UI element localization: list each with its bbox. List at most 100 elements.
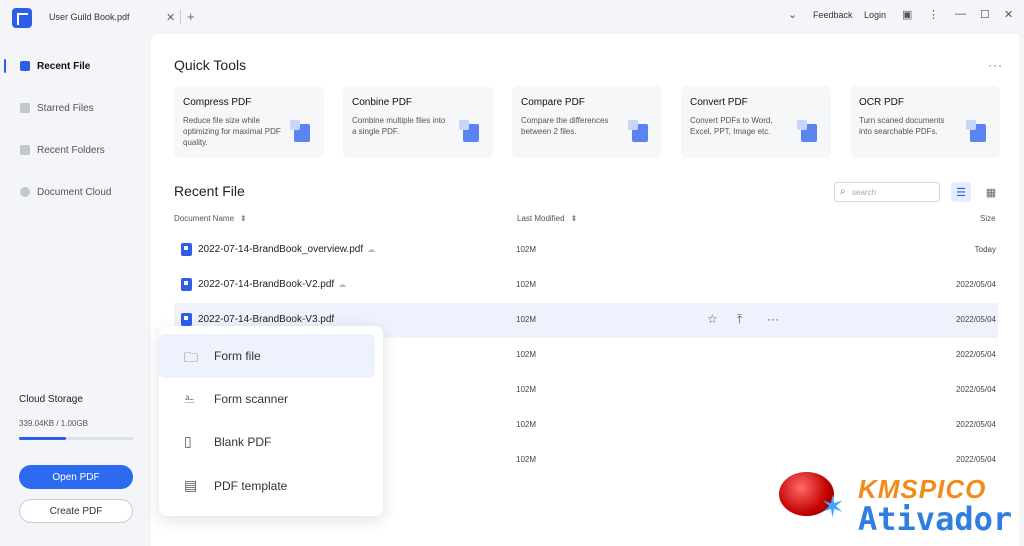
upload-icon[interactable]: ⤒ [737,312,742,327]
tool-title: OCR PDF [859,97,904,108]
modified-cell: 102M [516,245,537,254]
file-name: 2022-07-14-BrandBook-V2.pdf [198,279,335,290]
feedback-link[interactable]: Feedback [813,10,853,20]
modified-cell: 102M [516,350,537,359]
app-window: User Guild Book.pdf ✕ + ⌄ Feedback Login… [0,0,1024,546]
modified-cell: 102M [516,385,537,394]
modified-cell: 102M [516,420,537,429]
compare-icon [628,120,648,142]
title-bar: User Guild Book.pdf ✕ + ⌄ Feedback Login… [0,0,1024,34]
sort-icon: ⬍ [570,214,578,223]
tool-description: Compare the differences between 2 files. [521,116,609,136]
menu-item-form-scanner[interactable]: ⎁ Form scanner [159,377,383,421]
more-options-icon[interactable]: ··· [767,312,779,326]
modified-cell: 102M [516,280,537,289]
tool-card-convert[interactable]: Convert PDF Convert PDFs to Word, Excel,… [681,86,831,158]
size-cell: 2022/05/04 [955,420,996,429]
column-header-modified[interactable]: Last Modified ⬍ [517,214,577,223]
scanner-icon: ⎁ [184,390,196,406]
size-cell: 2022/05/04 [955,455,996,464]
tool-title: Compare PDF [521,97,585,108]
list-view-icon[interactable]: ☰ [951,182,971,202]
sidebar-item-recent-file[interactable]: Recent File [0,50,150,82]
recent-file-icon [20,61,30,71]
search-input[interactable] [852,186,936,198]
tool-card-compare[interactable]: Compare PDF Compare the differences betw… [512,86,662,158]
recent-file-title: Recent File [174,183,245,199]
ocr-icon [966,120,986,142]
modified-cell: 102M [516,315,537,324]
tool-card-compress[interactable]: Compress PDF Reduce file size while opti… [174,86,324,158]
create-pdf-menu: 🗀 Form file ⎁ Form scanner ▯ Blank PDF ▤… [159,326,383,516]
menu-item-label: Form scanner [214,392,289,406]
star-file-icon [20,103,30,113]
watermark-star-icon: ✶ [820,491,846,524]
create-pdf-button[interactable]: Create PDF [19,499,133,523]
sidebar-item-label: Recent Folders [37,144,105,156]
login-link[interactable]: Login [864,10,886,20]
cloud-storage-title: Cloud Storage [19,394,83,405]
sidebar-item-label: Document Cloud [37,186,112,198]
menu-item-label: Blank PDF [214,435,272,449]
tool-description: Convert PDFs to Word, Excel, PPT, Image … [690,116,773,136]
tab-title: User Guild Book.pdf [49,12,130,22]
table-row[interactable]: 2022-07-14-BrandBook_overview.pdf ☁ 102M … [174,233,998,268]
pdf-file-icon [181,278,192,291]
sidebar: Recent File Starred Files Recent Folders… [0,34,150,546]
cloud-storage-fill [19,437,66,440]
sidebar-item-label: Starred Files [37,102,94,114]
cloud-storage-value: 339.04KB / 1.00GB [19,419,88,428]
menu-item-blank-pdf[interactable]: ▯ Blank PDF [159,420,383,464]
cloud-sync-icon: ☁ [338,280,347,289]
blank-page-icon: ▯ [184,433,192,449]
column-header-name[interactable]: Document Name ⬍ [174,214,247,223]
maximize-icon[interactable]: ☐ [980,8,990,21]
tool-title: Convert PDF [690,97,748,108]
sort-icon: ⬍ [240,214,247,223]
cloud-sync-icon: ☁ [367,245,376,254]
file-name: 2022-07-14-BrandBook_overview.pdf [198,244,364,255]
pdf-file-icon [181,313,192,326]
column-header-size[interactable]: Size [980,214,996,223]
chevron-down-icon[interactable]: ⌄ [788,8,797,21]
sidebar-item-document-cloud[interactable]: Document Cloud [0,176,150,208]
tool-card-ocr[interactable]: OCR PDF Turn scaned documents into searc… [850,86,1000,158]
new-tab-icon[interactable]: + [187,9,195,24]
sidebar-item-recent-folders[interactable]: Recent Folders [0,134,150,166]
sidebar-item-label: Recent File [37,60,91,72]
size-cell: 2022/05/04 [955,280,996,289]
tool-title: Compress PDF [183,97,252,108]
pdf-file-icon [181,243,192,256]
file-name: 2022-07-14-BrandBook-V3.pdf [198,314,335,325]
open-pdf-button[interactable]: Open PDF [19,465,133,489]
menu-item-form-file[interactable]: 🗀 Form file [159,334,375,378]
column-header-label: Document Name [174,214,235,223]
table-row[interactable]: 2022-07-14-BrandBook-V2.pdf ☁ 102M 2022/0… [174,268,998,303]
modified-cell: 102M [516,455,537,464]
more-options-icon[interactable]: ··· [988,58,1003,72]
message-icon[interactable]: ▣ [902,8,912,21]
search-icon: ⌕ [840,186,846,197]
column-header-label: Last Modified [517,214,565,223]
size-cell: Today [974,245,996,254]
close-window-icon[interactable]: ✕ [1004,8,1013,21]
sidebar-item-starred-files[interactable]: Starred Files [0,92,150,124]
document-tab[interactable]: User Guild Book.pdf ✕ [40,4,180,32]
search-box: ⌕ [834,182,940,202]
star-icon[interactable]: ☆ [707,312,718,326]
minimize-icon[interactable]: — [955,8,966,20]
cloud-icon [20,187,30,197]
menu-item-label: Form file [214,349,261,363]
tool-card-combine[interactable]: Conbine PDF Combine multiple files into … [343,86,493,158]
tool-title: Conbine PDF [352,97,413,108]
app-logo-icon [12,8,32,28]
combine-icon [459,120,479,142]
more-vertical-icon[interactable]: ⋮ [928,8,939,21]
file-name-cell: 2022-07-14-BrandBook-V2.pdf ☁ [198,279,346,290]
tool-description: Turn scaned documents into searchable PD… [859,116,945,136]
menu-item-pdf-template[interactable]: ▤ PDF template [159,464,383,508]
tab-close-icon[interactable]: ✕ [166,11,175,24]
size-cell: 2022/05/04 [955,315,996,324]
grid-view-icon[interactable]: ▦ [981,182,1001,202]
compress-icon [290,120,310,142]
